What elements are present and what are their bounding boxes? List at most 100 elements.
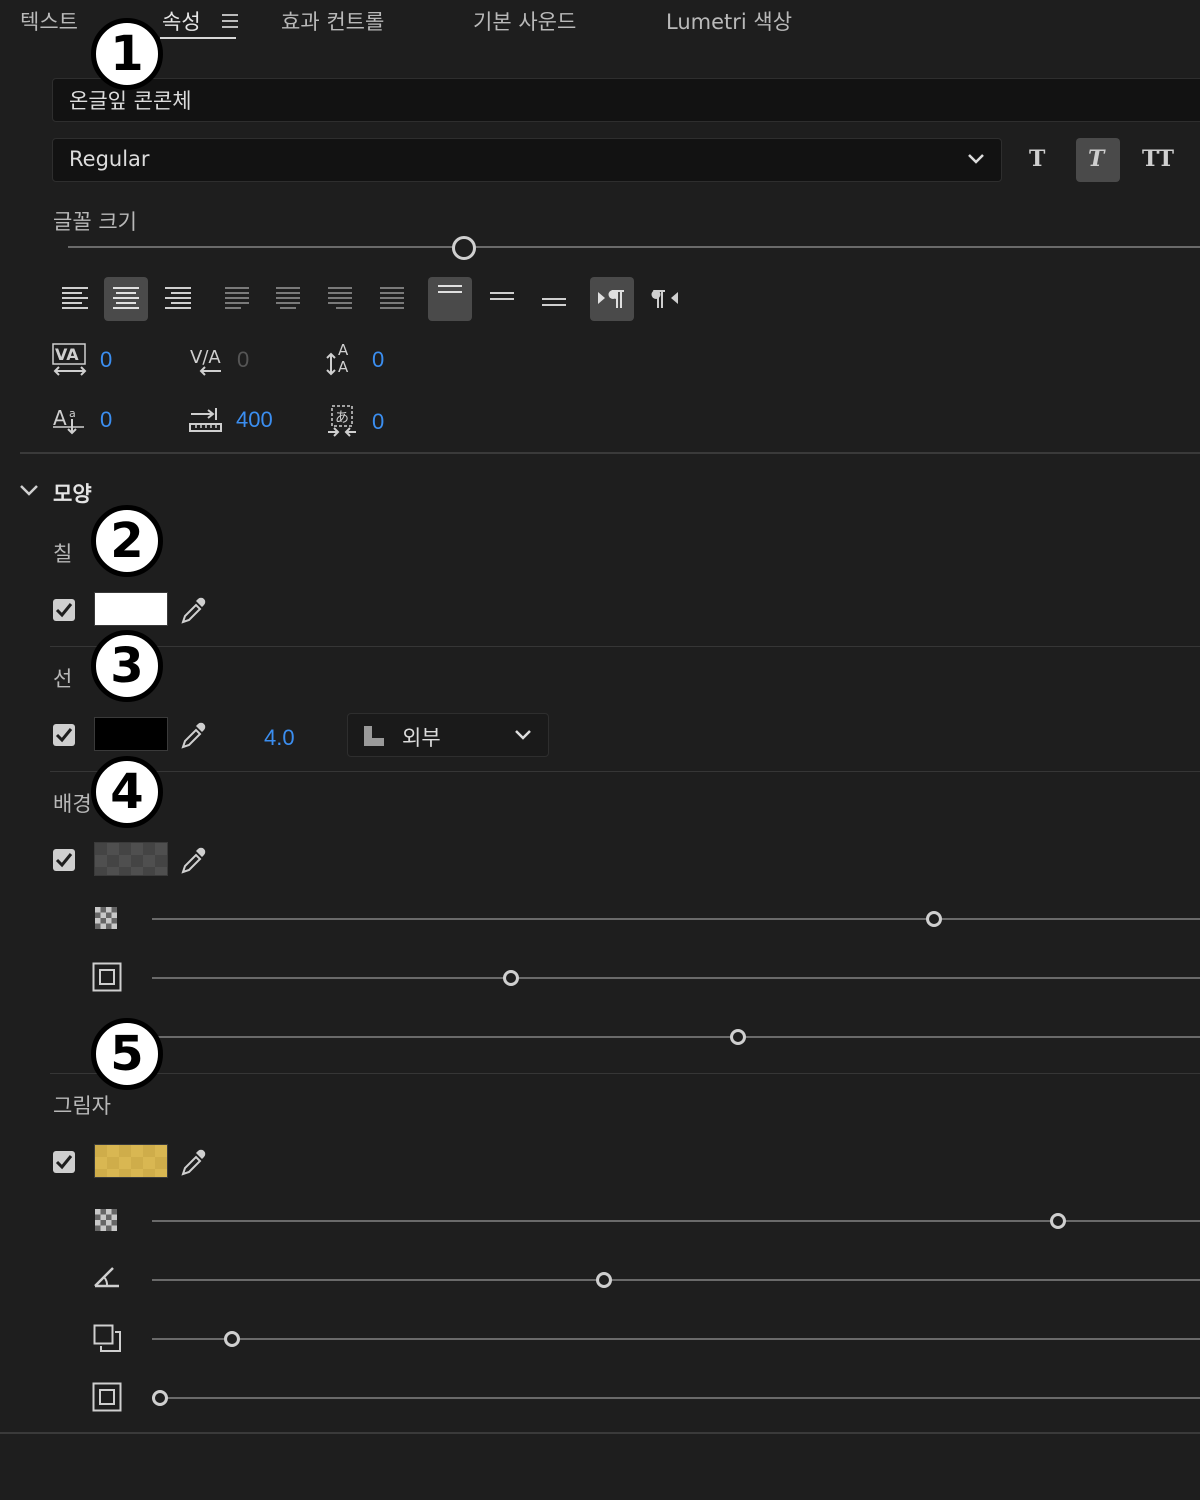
checkmark-icon [55,603,73,618]
align-right-icon[interactable] [165,287,191,309]
rtl-paragraph-icon[interactable] [651,288,679,310]
stroke-type-dropdown[interactable]: 외부 [347,713,549,757]
size-box-icon [92,962,122,992]
tsume-value[interactable]: 0 [372,409,384,435]
tab-text[interactable]: 텍스트 [20,6,78,36]
background-opacity-slider-knob[interactable] [926,911,942,927]
faux-bold-button[interactable]: T [1029,146,1045,172]
size-box-icon [92,1382,122,1412]
stroke-outer-icon [364,726,384,746]
opacity-icon [95,907,117,929]
tab-effect-controls[interactable]: 효과 컨트롤 [281,6,384,36]
fill-divider [50,646,1200,647]
shadow-color-swatch[interactable] [94,1144,168,1178]
svg-text:VA: VA [55,345,79,364]
svg-text:a: a [69,407,76,420]
align-middle-icon[interactable] [490,292,514,304]
angle-icon [94,1267,119,1288]
checkmark-icon [55,728,73,743]
tab-lumetri-color[interactable]: Lumetri 색상 [666,6,792,36]
baseline-shift-value[interactable]: 0 [100,407,112,433]
opacity-icon [95,1209,117,1231]
svg-text:A: A [338,341,349,359]
eyedropper-icon[interactable] [180,722,206,750]
background-corner-slider-knob[interactable] [729,1029,746,1045]
align-bottom-icon[interactable] [542,298,566,310]
font-style-dropdown[interactable]: Regular [52,138,1002,182]
shadow-size-slider-track[interactable] [152,1397,1200,1399]
background-label: 배경 [53,792,92,816]
background-opacity-slider-track[interactable] [152,918,1200,920]
font-size-slider-track[interactable] [68,246,1200,248]
justify-center-icon[interactable] [276,287,300,309]
collapse-chevron-icon[interactable] [19,484,39,498]
font-family-value: 온글잎 콘콘체 [69,89,192,113]
tracking-value[interactable]: 0 [100,347,112,373]
background-checkbox[interactable] [53,849,75,871]
shadow-opacity-slider-knob[interactable] [1049,1213,1066,1229]
stroke-divider [50,771,1200,772]
stroke-width-value[interactable]: 4.0 [264,725,295,751]
shadow-opacity-slider-track[interactable] [152,1220,1200,1222]
svg-text:A: A [338,358,349,376]
stroke-label: 선 [53,667,73,691]
fill-checkbox[interactable] [53,599,75,621]
leading-icon: A A [326,341,349,376]
shadow-angle-slider-knob[interactable] [595,1272,612,1288]
eyedropper-icon[interactable] [180,597,206,625]
leading-value[interactable]: 0 [372,347,384,373]
chevron-down-icon [968,154,984,164]
font-size-label: 글꼴 크기 [53,210,137,234]
tab-width-value[interactable]: 400 [236,407,273,433]
all-caps-button[interactable]: TT [1142,146,1174,172]
faux-italic-button[interactable]: T [1076,138,1120,182]
justify-right-icon[interactable] [328,287,352,309]
justify-left-icon[interactable] [225,287,249,309]
font-family-field[interactable]: 온글잎 콘콘체 [52,78,1200,122]
fill-color-swatch[interactable] [94,592,168,626]
shadow-checkbox[interactable] [53,1151,75,1173]
kerning-value[interactable]: 0 [237,347,249,373]
appearance-title: 모양 [53,482,92,506]
shadow-distance-slider-knob[interactable] [224,1331,241,1347]
section-divider [20,452,1200,454]
shadow-angle-slider-track[interactable] [152,1279,1200,1281]
callout-marker: 3 [91,630,163,702]
font-size-slider-knob[interactable] [452,236,476,260]
ltr-paragraph-icon [598,290,624,308]
callout-marker: 2 [91,505,163,577]
fill-label: 칠 [53,542,73,566]
active-tab-underline [160,37,236,39]
checkmark-icon [55,853,73,868]
align-top-button[interactable] [428,277,472,321]
background-color-swatch[interactable] [94,842,168,876]
shadow-size-slider-knob[interactable] [152,1390,168,1406]
background-corner-slider-track[interactable] [152,1036,1200,1038]
background-divider [50,1073,1200,1074]
shadow-label: 그림자 [53,1094,111,1118]
align-left-icon[interactable] [62,287,88,309]
tracking-icon: VA [52,343,87,376]
svg-text:V/A: V/A [190,347,221,368]
svg-text:あ: あ [335,410,349,426]
checkmark-icon [55,1155,73,1170]
faux-italic-label: T [1088,146,1105,172]
stroke-color-swatch[interactable] [94,717,168,751]
background-size-slider-track[interactable] [152,977,1200,979]
stroke-type-value: 외부 [402,726,441,750]
ltr-direction-button[interactable] [590,277,634,321]
baseline-shift-icon: A a [53,406,84,435]
stroke-checkbox[interactable] [53,724,75,746]
tab-properties[interactable]: 속성 [162,6,201,36]
tab-width-icon [189,408,222,432]
shadow-distance-slider-track[interactable] [152,1338,1200,1340]
eyedropper-icon[interactable] [180,847,206,875]
justify-all-icon[interactable] [380,287,404,309]
background-size-slider-knob[interactable] [502,970,519,986]
eyedropper-icon[interactable] [180,1149,206,1177]
panel-menu-icon[interactable] [222,14,238,28]
tab-essential-sound[interactable]: 기본 사운드 [473,6,576,36]
kerning-icon: V/A [190,347,221,376]
align-center-button[interactable] [104,277,148,321]
distance-icon [93,1324,121,1352]
